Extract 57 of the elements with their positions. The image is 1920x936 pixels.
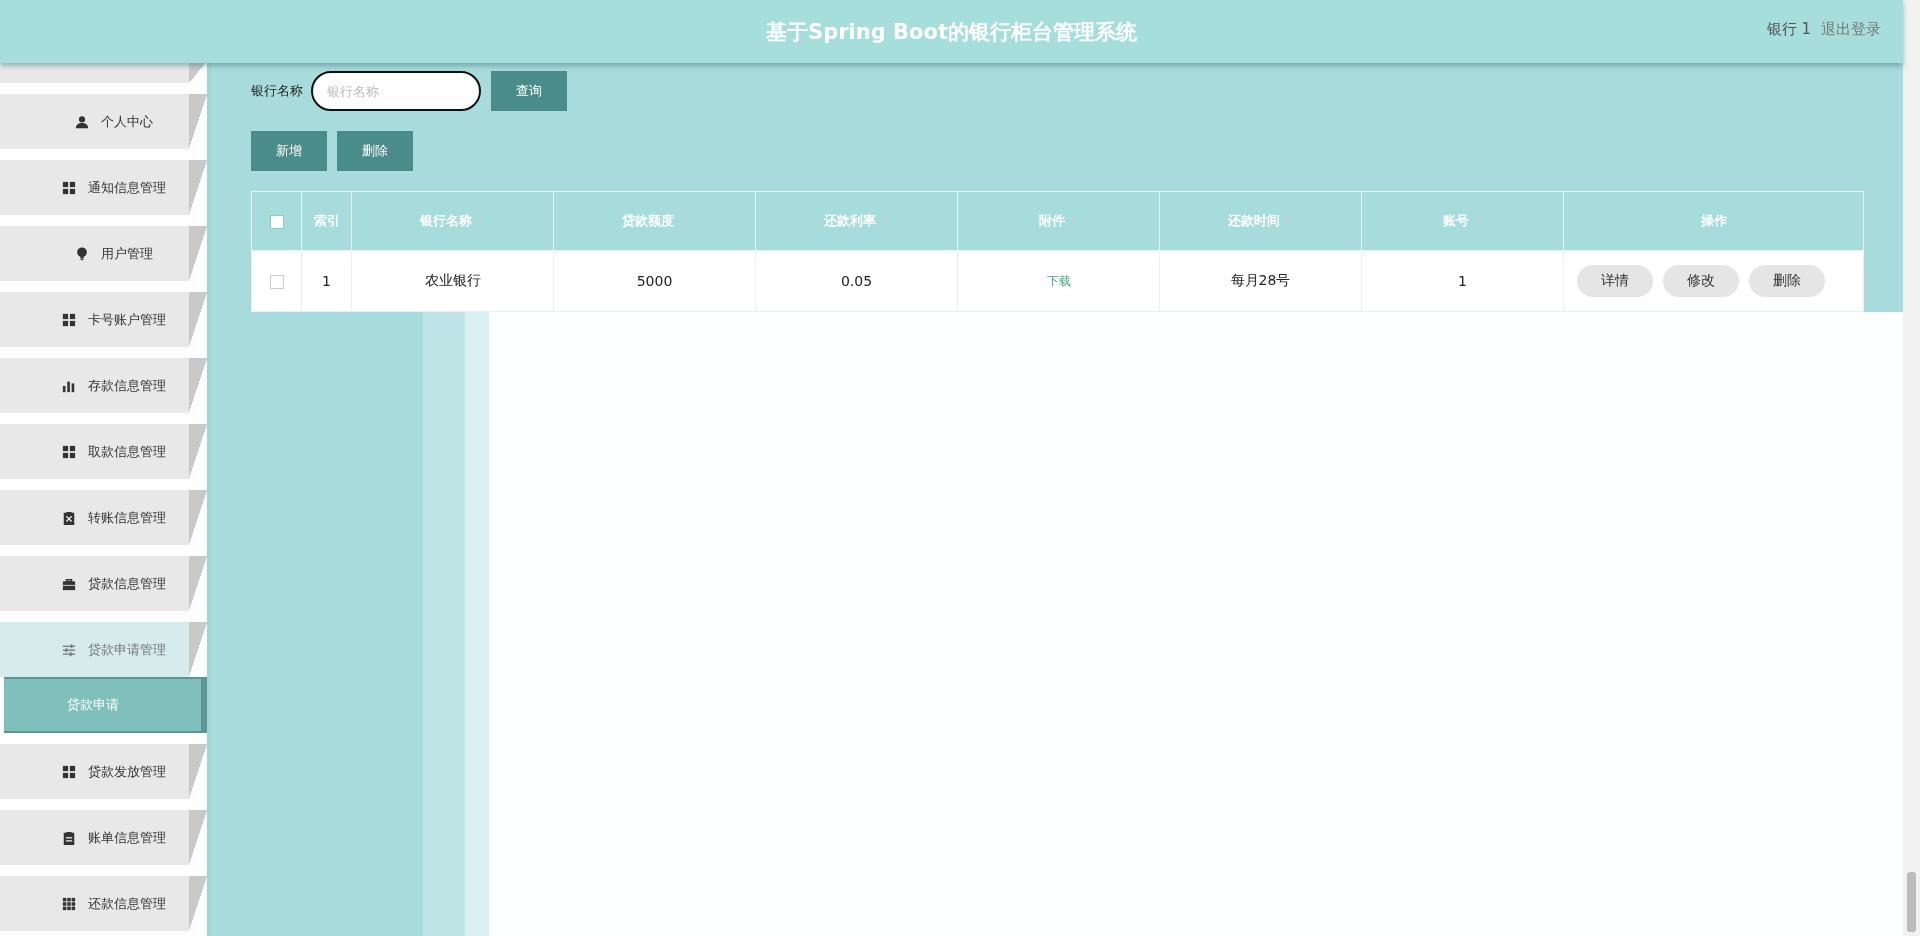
column-header: 还款时间 bbox=[1228, 212, 1280, 230]
query-button[interactable]: 查询 bbox=[491, 71, 567, 111]
sort-icon[interactable] bbox=[1071, 215, 1078, 227]
table-cell: 5000 bbox=[636, 273, 673, 289]
sort-icon[interactable] bbox=[680, 215, 687, 227]
menu-item[interactable]: 用户管理 bbox=[0, 226, 207, 281]
menu-item[interactable]: 还款信息管理 bbox=[0, 876, 207, 931]
column-header: 贷款额度 bbox=[622, 212, 674, 230]
grid-icon bbox=[61, 896, 76, 911]
table-cell: 0.05 bbox=[840, 273, 873, 289]
app-title: 基于Spring Boot的银行柜台管理系统 bbox=[766, 18, 1137, 46]
scrollbar-thumb[interactable] bbox=[1907, 872, 1916, 932]
scrollbar[interactable] bbox=[1903, 0, 1920, 936]
clipboard-icon bbox=[61, 830, 76, 845]
table-cell: 每月28号 bbox=[1230, 272, 1291, 288]
menu-item[interactable]: 取款信息管理 bbox=[0, 424, 207, 479]
edit-button[interactable]: 修改 bbox=[1663, 265, 1739, 297]
grid-icon bbox=[61, 444, 76, 459]
grid-icon bbox=[61, 180, 76, 195]
sort-icon[interactable] bbox=[1475, 215, 1482, 227]
sort-icon[interactable] bbox=[882, 215, 889, 227]
grid-icon bbox=[61, 312, 76, 327]
row-checkbox[interactable] bbox=[269, 275, 284, 289]
menu-item[interactable]: 贷款发放管理 bbox=[0, 744, 207, 799]
column-header: 还款利率 bbox=[824, 212, 876, 230]
delete-button[interactable]: 删除 bbox=[1749, 265, 1825, 297]
sort-icon[interactable] bbox=[478, 215, 485, 227]
menu-item[interactable]: 个人中心 bbox=[0, 94, 207, 149]
select-all-checkbox[interactable] bbox=[269, 214, 284, 229]
menu-item[interactable]: 转账信息管理 bbox=[0, 490, 207, 545]
briefcase-icon bbox=[61, 576, 76, 591]
user-name: 银行 1 bbox=[1766, 20, 1811, 39]
user-icon bbox=[74, 114, 89, 129]
grid-icon bbox=[61, 764, 76, 779]
menu-item[interactable]: 存款信息管理 bbox=[0, 358, 207, 413]
menu-item[interactable]: 贷款申请管理 bbox=[0, 622, 207, 677]
column-header: 银行名称 bbox=[420, 212, 472, 230]
details-button[interactable]: 详情 bbox=[1577, 265, 1653, 297]
table-cell: 1 bbox=[1458, 273, 1467, 289]
search-label: 银行名称 bbox=[251, 82, 303, 100]
menu-item[interactable]: 账单信息管理 bbox=[0, 810, 207, 865]
sort-icon[interactable] bbox=[1286, 215, 1293, 227]
search-field[interactable]: 银行名称 bbox=[311, 71, 481, 111]
column-header: 账号 bbox=[1443, 212, 1469, 230]
menu-item[interactable]: 卡号账户管理 bbox=[0, 292, 207, 347]
table-cell: 1 bbox=[322, 273, 331, 289]
column-header: 操作 bbox=[1700, 212, 1727, 230]
bulb-icon bbox=[74, 246, 89, 261]
table-cell: 农业银行 bbox=[424, 272, 481, 288]
sliders-icon bbox=[61, 642, 76, 657]
column-header: 附件 bbox=[1039, 212, 1065, 230]
add-button[interactable]: 新增 bbox=[251, 131, 327, 171]
clipboard-icon bbox=[61, 510, 76, 525]
column-header: 索引 bbox=[313, 212, 340, 230]
menu-item[interactable]: 贷款信息管理 bbox=[0, 556, 207, 611]
delete-button[interactable]: 删除 bbox=[337, 131, 413, 171]
menu-item[interactable]: 通知信息管理 bbox=[0, 160, 207, 215]
